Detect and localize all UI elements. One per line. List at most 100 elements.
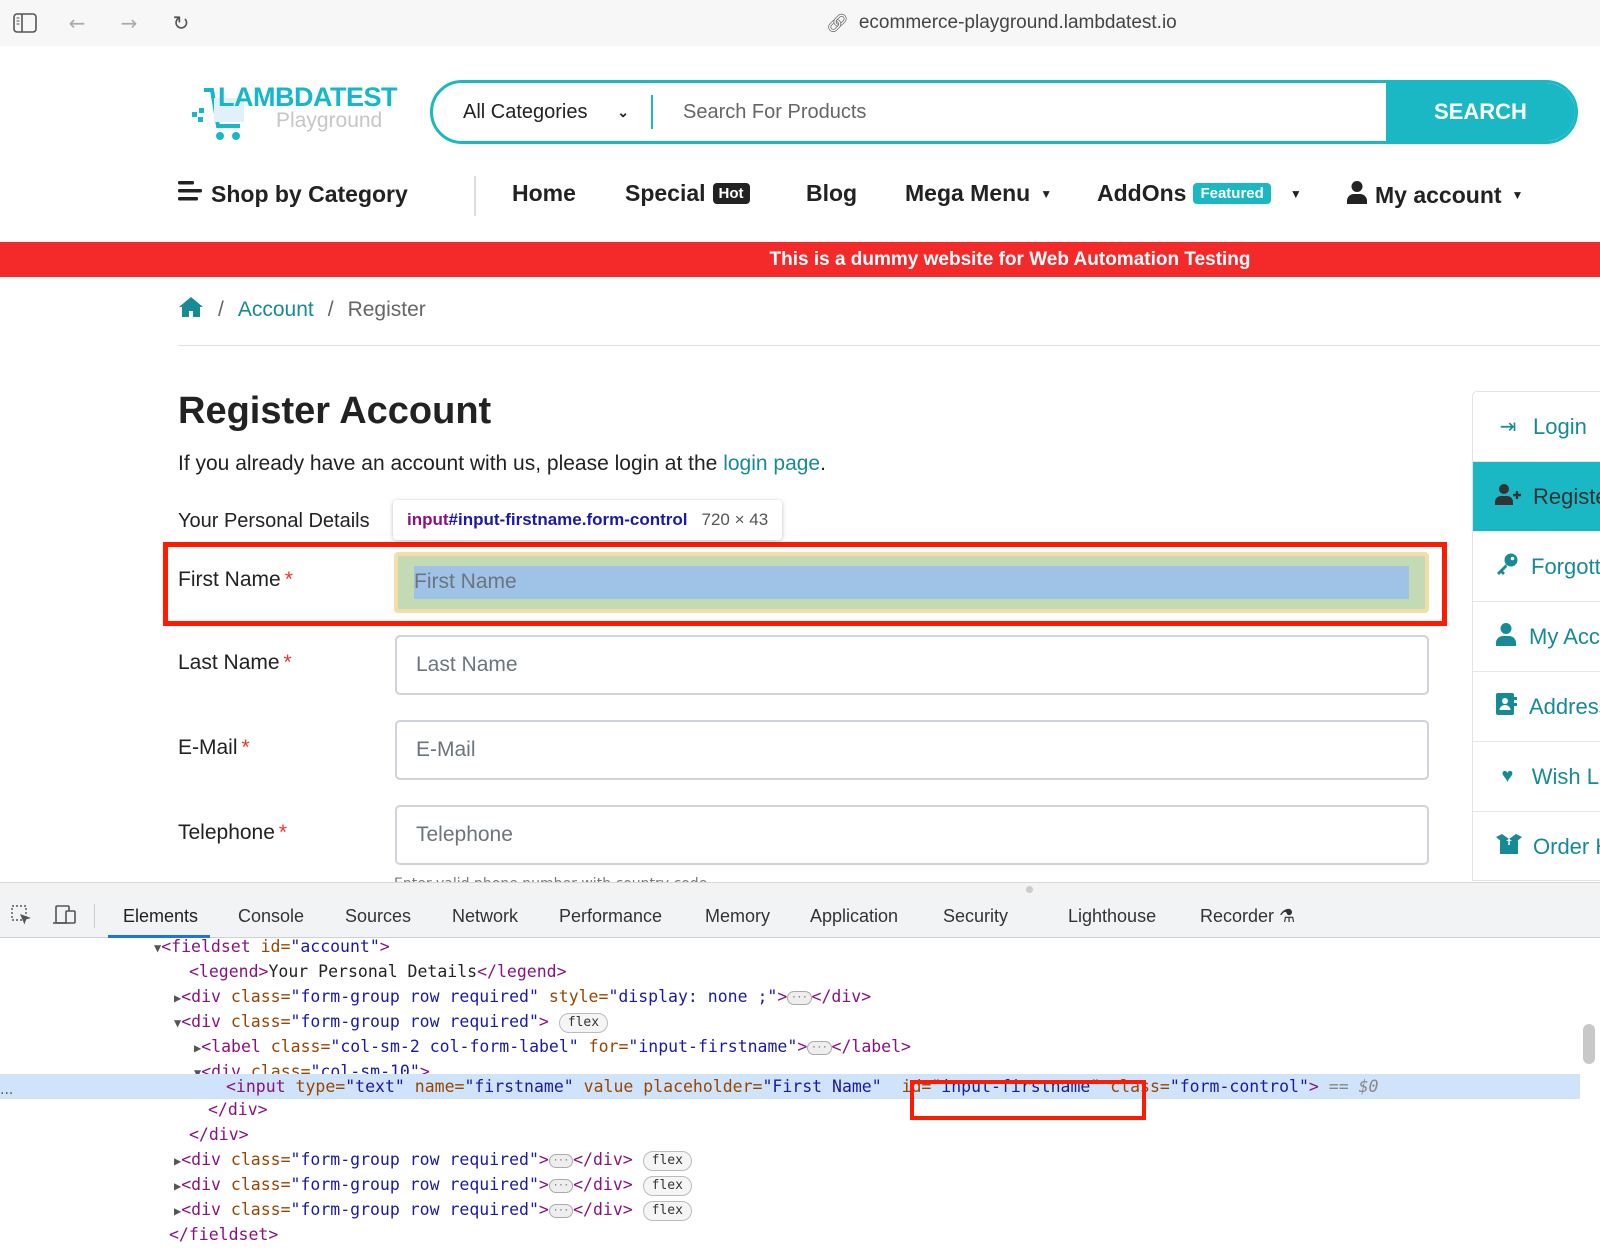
- code-token: "form-group row required": [290, 1200, 539, 1219]
- form-row-email: E-Mail *: [178, 720, 1429, 780]
- nav-blog[interactable]: Blog: [806, 180, 857, 207]
- search-button[interactable]: SEARCH: [1386, 83, 1575, 141]
- telephone-input[interactable]: [395, 805, 1429, 865]
- nav-addons-label: AddOns: [1097, 180, 1187, 206]
- dom-node-div-close[interactable]: </div>: [0, 1122, 1580, 1147]
- login-page-link[interactable]: login page: [723, 452, 820, 475]
- nav-addons[interactable]: AddOns Featured ▼: [1097, 180, 1302, 207]
- code-token: "form-group row required": [290, 987, 539, 1006]
- breadcrumb-account[interactable]: Account: [238, 298, 314, 322]
- tab-elements[interactable]: Elements: [123, 906, 198, 927]
- ellipsis-icon[interactable]: ···: [548, 1178, 574, 1193]
- nav-special[interactable]: Special Hot: [625, 180, 750, 207]
- tab-application[interactable]: Application: [810, 906, 898, 927]
- sidebar-item-label: Login: [1533, 413, 1587, 439]
- tab-network[interactable]: Network: [452, 906, 518, 927]
- breadcrumb-register[interactable]: Register: [348, 298, 426, 322]
- devtools-tab-bar: Elements Console Sources Network Perform…: [0, 894, 1600, 938]
- dom-node-fieldset[interactable]: ▼<fieldset id="account">: [0, 938, 1580, 959]
- user-icon: [1346, 180, 1368, 210]
- annotation-id-highlight-box: [910, 1080, 1146, 1120]
- nav-my-account[interactable]: My account ▼: [1346, 180, 1523, 210]
- sidebar-item-address-book[interactable]: Address Book: [1473, 672, 1600, 742]
- hamburger-icon: [178, 180, 204, 208]
- ellipsis-icon[interactable]: ···: [807, 1040, 832, 1055]
- ellipsis-icon[interactable]: ···: [548, 1203, 574, 1218]
- dom-node-div-email-group[interactable]: ▶<div class="form-group row required"> ··…: [0, 1172, 1580, 1197]
- device-toolbar-icon[interactable]: [52, 904, 78, 932]
- sidebar-item-login[interactable]: ⇥ Login: [1473, 392, 1600, 462]
- flex-badge[interactable]: flex: [642, 1150, 692, 1171]
- back-arrow-icon[interactable]: ←: [64, 10, 90, 36]
- sidebar-item-order-history[interactable]: Order History: [1473, 812, 1600, 880]
- tab-console[interactable]: Console: [238, 906, 304, 927]
- search-input[interactable]: [653, 83, 1386, 141]
- sidebar-toggle-icon[interactable]: [12, 10, 38, 36]
- inspect-element-icon[interactable]: [10, 904, 34, 934]
- shop-by-category-menu[interactable]: Shop by Category: [178, 180, 408, 208]
- code-token: <label: [201, 1037, 261, 1056]
- tab-security[interactable]: Security: [943, 906, 1008, 927]
- code-token: <div: [181, 987, 221, 1006]
- address-book-icon: [1495, 692, 1517, 722]
- dom-node-div-hidden[interactable]: ▶<div class="form-group row required" st…: [0, 984, 1580, 1009]
- dom-node-div-firstname-group[interactable]: ▼<div class="form-group row required"> f…: [0, 1009, 1580, 1034]
- nav-mega-menu-label: Mega Menu: [905, 180, 1031, 206]
- nav-mega-menu[interactable]: Mega Menu ▼: [905, 180, 1052, 207]
- code-token: </legend>: [477, 962, 567, 981]
- chevron-down-icon: ⌄: [617, 103, 629, 120]
- flex-badge[interactable]: flex: [642, 1200, 692, 1221]
- code-token: style=: [538, 987, 609, 1006]
- dom-node-div-lastname-group[interactable]: ▶<div class="form-group row required"> ··…: [0, 1147, 1580, 1172]
- tab-performance[interactable]: Performance: [559, 906, 662, 927]
- row-menu-dots-icon[interactable]: ···: [0, 1086, 13, 1102]
- sidebar-item-forgotten-password[interactable]: Forgotten Password: [1473, 532, 1600, 602]
- ellipsis-icon[interactable]: ···: [787, 990, 812, 1005]
- sidebar-item-register[interactable]: Register: [1473, 462, 1600, 532]
- ellipsis-icon[interactable]: ···: [548, 1153, 574, 1168]
- home-icon[interactable]: [178, 296, 204, 324]
- flex-badge[interactable]: flex: [642, 1175, 692, 1196]
- intro-text: If you already have an account with us, …: [178, 452, 826, 476]
- code-token: <legend>: [189, 962, 269, 981]
- dom-node-fieldset-close[interactable]: </fieldset>: [0, 1222, 1580, 1247]
- code-token: <div: [181, 1200, 221, 1219]
- email-input[interactable]: [395, 720, 1429, 780]
- code-token: "account": [290, 938, 380, 956]
- elements-scrollbar[interactable]: [1583, 1024, 1595, 1064]
- tab-memory[interactable]: Memory: [705, 906, 770, 927]
- tab-recorder[interactable]: Recorder ⚗: [1200, 906, 1295, 927]
- forward-arrow-icon[interactable]: →: [116, 10, 142, 36]
- nav-home[interactable]: Home: [512, 180, 576, 207]
- code-token: <div: [181, 1150, 221, 1169]
- form-row-telephone: Telephone *: [178, 805, 1429, 865]
- devtools-divider: [94, 904, 95, 928]
- dom-node-div-close[interactable]: </div>: [0, 1097, 1580, 1122]
- code-token: class=: [220, 1200, 291, 1219]
- last-name-input[interactable]: [395, 635, 1429, 695]
- category-select[interactable]: All Categories ⌄: [433, 101, 651, 124]
- tab-lighthouse[interactable]: Lighthouse: [1068, 906, 1156, 927]
- dom-node-input-selected[interactable]: <input type="text" name="firstname" valu…: [0, 1074, 1580, 1099]
- sidebar-item-wish-list[interactable]: ♥ Wish List: [1473, 742, 1600, 812]
- code-token: >: [538, 1012, 549, 1031]
- code-token: >: [797, 1037, 808, 1056]
- flex-badge[interactable]: flex: [558, 1012, 609, 1033]
- sidebar-item-my-account[interactable]: My Account: [1473, 602, 1600, 672]
- divider: [178, 345, 1600, 346]
- code-token: </div>: [573, 1200, 633, 1219]
- site-logo[interactable]: LAMBDATEST Playground: [190, 80, 400, 146]
- reload-icon[interactable]: ↻: [168, 10, 194, 36]
- dom-node-div-telephone-group[interactable]: ▶<div class="form-group row required"> ··…: [0, 1197, 1580, 1222]
- sidebar-item-label: Order History: [1533, 833, 1600, 859]
- url-text: ecommerce-playground.lambdatest.io: [858, 12, 1177, 33]
- dom-node-label[interactable]: ▶<label class="col-sm-2 col-form-label" …: [0, 1034, 1580, 1059]
- featured-badge: Featured: [1193, 183, 1271, 204]
- devtools-resize-handle[interactable]: [0, 882, 1600, 894]
- code-token: >: [538, 1200, 549, 1219]
- code-token: "form-group row required": [290, 1012, 539, 1031]
- code-token: class=: [220, 1150, 291, 1169]
- tab-sources[interactable]: Sources: [345, 906, 411, 927]
- address-bar[interactable]: 🔗︎ ecommerce-playground.lambdatest.io: [826, 12, 1177, 34]
- dom-node-legend[interactable]: <legend>Your Personal Details</legend>: [0, 959, 1580, 984]
